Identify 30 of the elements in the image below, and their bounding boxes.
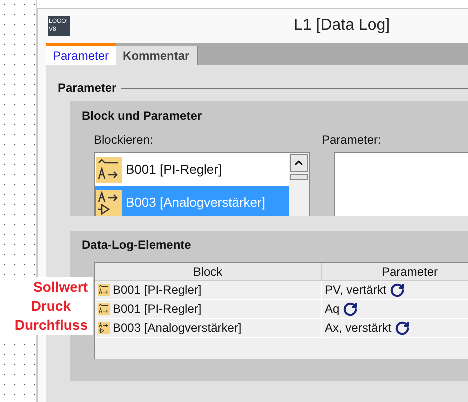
block-list-item[interactable]: B001 [PI-Regler] (95, 153, 289, 186)
panel-title: Block und Parameter (82, 108, 204, 125)
group-title: Parameter (58, 80, 117, 97)
column-header[interactable]: Parameter (322, 263, 468, 280)
table-cell: Ax, verstärkt (322, 319, 468, 337)
annotation-label: Druck (31, 297, 71, 316)
scroll-up-button[interactable] (290, 154, 308, 172)
controller-block-icon (98, 303, 110, 315)
tab[interactable]: Parameter (46, 43, 116, 65)
refresh-icon[interactable] (342, 302, 358, 316)
parameters-label: Parameter: (322, 132, 382, 149)
amplifier-block-icon (96, 190, 122, 216)
table-cell: B001 [PI-Regler] (95, 300, 322, 318)
window-title: L1 [Data Log] (294, 16, 390, 36)
refresh-icon[interactable] (390, 282, 405, 298)
table-cell: PV, vertärkt (322, 281, 468, 299)
table-cell: B003 [Analogverstärker] (95, 319, 322, 337)
blocks-label: Blockieren: (93, 132, 154, 149)
annotation-label: Sollwert (34, 278, 88, 297)
refresh-icon[interactable] (394, 320, 410, 336)
controller-block-icon (96, 156, 122, 182)
panel-title: Data-Log-Elemente (82, 237, 192, 254)
amplifier-block-icon (98, 322, 110, 334)
annotation-label: Durchfluss (14, 316, 88, 335)
table-cell: B001 [PI-Regler] (95, 281, 322, 299)
scrollbar-thumb[interactable] (290, 174, 308, 180)
column-header[interactable]: Block (95, 263, 322, 280)
controller-block-icon (98, 284, 110, 296)
table-cell: Aq (322, 300, 468, 318)
tab[interactable]: Kommentar (116, 46, 198, 65)
